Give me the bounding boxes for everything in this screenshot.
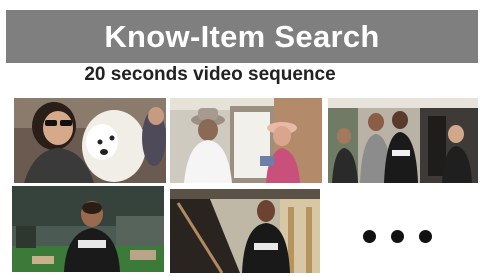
frame-image	[328, 98, 478, 183]
frame-image	[14, 98, 166, 183]
frame-image	[170, 189, 320, 273]
title-banner: Know-Item Search	[6, 10, 478, 63]
ellipsis-dot-icon	[419, 230, 432, 243]
video-frame-3[interactable]	[328, 98, 478, 183]
video-frame-1[interactable]	[14, 98, 166, 183]
frame-image	[170, 98, 322, 183]
slide-title: Know-Item Search	[104, 19, 380, 54]
video-frame-5[interactable]	[170, 189, 320, 273]
more-frames-indicator	[345, 222, 455, 252]
video-frame-2[interactable]	[170, 98, 322, 183]
video-frame-4[interactable]	[12, 186, 164, 272]
ellipsis-dot-icon	[391, 230, 404, 243]
slide-subtitle: 20 seconds video sequence	[84, 64, 336, 85]
frame-image	[12, 186, 164, 272]
ellipsis-dot-icon	[363, 230, 376, 243]
